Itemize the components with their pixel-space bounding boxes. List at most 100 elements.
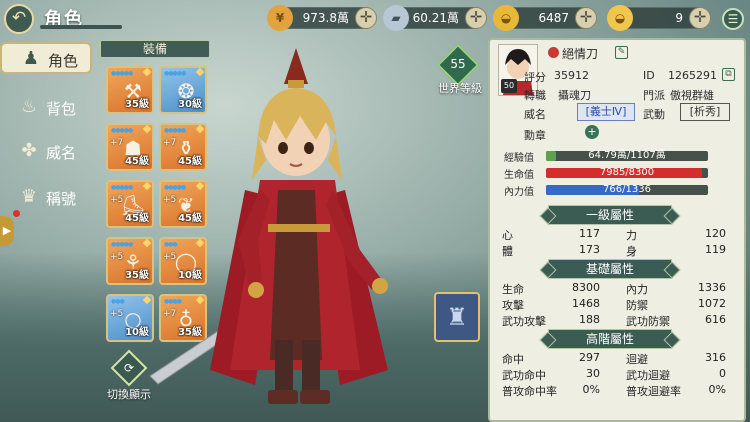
bound-gold-value: 9: [675, 11, 683, 25]
copy-id-icon[interactable]: ⧉: [722, 68, 735, 81]
character-icon: ♟: [22, 48, 40, 69]
attr-value: 1336: [698, 281, 726, 294]
stat-bar: 經驗值 64.79萬/1107萬: [498, 150, 738, 164]
attr-label: 武功防禦: [626, 315, 670, 328]
world-level-label: 世界等級: [438, 82, 482, 95]
attr-label: 迴避: [626, 353, 648, 366]
silver-value: 60.21萬: [412, 11, 459, 25]
gold-ingot-icon: ◒: [493, 5, 519, 31]
fame-tag[interactable]: [義士Ⅳ]: [577, 103, 635, 121]
equipment-level: 35級: [125, 270, 149, 281]
world-level-value: 55: [450, 57, 466, 71]
silver-resource: ▰ 60.21萬 ✛: [383, 5, 487, 31]
job-value: 攝魂刀: [558, 89, 591, 102]
character-info-panel: 50 絕情刀 ✎ 評分 35912 ID 1265291 ⧉ 轉職 攝魂刀 門派…: [488, 38, 746, 422]
job-label: 轉職: [524, 89, 546, 102]
player-name: 絕情刀: [562, 47, 599, 61]
score-label: 評分: [524, 71, 546, 84]
gold-ingot-small-icon: ◒: [607, 5, 633, 31]
section-header: 基礎屬性: [548, 259, 672, 279]
equipment-level: 35級: [125, 99, 149, 110]
attr-value: 188: [579, 313, 600, 326]
character-model: [150, 48, 388, 404]
attr-label: 生命: [502, 283, 524, 296]
nav-item-fame[interactable]: ✤ 威名: [0, 136, 92, 168]
attr-value: 316: [705, 351, 726, 364]
back-button[interactable]: ↶: [4, 4, 34, 34]
costume-button[interactable]: ♜: [434, 292, 480, 342]
attr-label: 力: [626, 229, 637, 242]
attr-label: 命中: [502, 353, 524, 366]
job-emblem-icon: [548, 47, 559, 58]
silver-ingot-icon: ▰: [383, 5, 409, 31]
attr-label: 武功攻擊: [502, 315, 546, 328]
id-label: ID: [643, 69, 655, 82]
gem-sockets: ●●●●●: [111, 70, 133, 77]
gold-resource: ◒ 6487 ✛: [493, 5, 597, 31]
add-silver-button[interactable]: ✛: [465, 7, 487, 29]
menu-button[interactable]: ☰: [722, 8, 744, 30]
attr-value: 30: [586, 367, 600, 380]
attr-value: 117: [579, 227, 600, 240]
sect-label: 門派: [643, 89, 665, 102]
martial-label: 武動: [643, 108, 665, 121]
stat-bar-label: 經驗值: [504, 153, 534, 164]
stat-bar-value: 7985/8300: [599, 167, 655, 178]
attr-value: 120: [705, 227, 726, 240]
equip-slot-5[interactable]: ●●●●● +5 ⛸ 45級: [106, 180, 154, 228]
martial-tag[interactable]: [析秀]: [680, 103, 730, 121]
section-header: 高階屬性: [548, 329, 672, 349]
equipment-level: 45級: [125, 156, 149, 167]
equip-slot-7[interactable]: ●●●●● +5 ⚘ 35級: [106, 237, 154, 285]
bag-icon: ♨: [20, 96, 38, 117]
attr-value: 173: [579, 243, 600, 256]
nav-label: 威名: [46, 144, 77, 162]
add-medal-button[interactable]: +: [585, 125, 599, 139]
equipment-level: 45級: [125, 213, 149, 224]
coin-icon: ¥: [267, 5, 293, 31]
equip-slot-1[interactable]: ●●●●● ⚒ 35級: [106, 66, 154, 114]
attr-value: 0%: [582, 383, 600, 396]
attr-value: 119: [705, 243, 726, 256]
fame-icon: ✤: [21, 140, 37, 161]
equip-slot-3[interactable]: ●●●●● +7 ☗ 45級: [106, 123, 154, 171]
stat-bar: 生命值 7985/8300: [498, 167, 738, 181]
coin-resource: ¥ 973.8萬 ✛: [267, 5, 377, 31]
stat-bar-value: 766/1336: [603, 184, 651, 195]
gem-sockets: ●●●●●: [111, 184, 133, 191]
attr-value: 0: [719, 367, 726, 380]
equip-slot-9[interactable]: ●●● +5 ○ 10級: [106, 294, 154, 342]
attr-label: 普攻命中率: [502, 385, 557, 398]
nav-item-bag[interactable]: ♨ 背包: [0, 92, 92, 124]
bound-gold-resource: ◒ 9 ✛: [607, 5, 711, 31]
costume-icon: ♜: [446, 303, 468, 331]
attr-value: 297: [579, 351, 600, 364]
stat-bar-label: 內力值: [504, 187, 534, 198]
add-gold-button[interactable]: ✛: [575, 7, 597, 29]
fame-label: 威名: [524, 108, 546, 121]
nav-label: 背包: [46, 100, 77, 118]
nav-item-title[interactable]: ♛ 稱號: [0, 182, 92, 214]
nav-label: 稱號: [46, 190, 77, 208]
gem-sockets: ●●●●●: [111, 127, 133, 134]
sect-value: 傲視群雄: [670, 89, 714, 102]
title-underline: [40, 25, 122, 29]
stat-bar-value: 64.79萬/1107萬: [588, 150, 666, 161]
stat-bar: 內力值 766/1336: [498, 184, 738, 198]
attr-label: 心: [502, 229, 513, 242]
switch-icon: ⟳: [110, 349, 148, 387]
id-value: 1265291: [668, 69, 717, 82]
attr-label: 體: [502, 245, 513, 258]
edit-name-icon[interactable]: ✎: [615, 46, 628, 59]
add-coin-button[interactable]: ✛: [355, 7, 377, 29]
attr-label: 武功迴避: [626, 369, 670, 382]
attr-label: 武功命中: [502, 369, 546, 382]
add-bound-gold-button[interactable]: ✛: [689, 7, 711, 29]
attr-label: 普攻迴避率: [626, 385, 681, 398]
gold-value: 6487: [538, 11, 569, 25]
stat-bar-label: 生命值: [504, 170, 534, 181]
attr-value: 1468: [572, 297, 600, 310]
side-expand-tab[interactable]: ▶: [0, 216, 14, 246]
nav-item-character[interactable]: ♟ 角色: [0, 42, 92, 74]
nav-label: 角色: [48, 52, 79, 70]
